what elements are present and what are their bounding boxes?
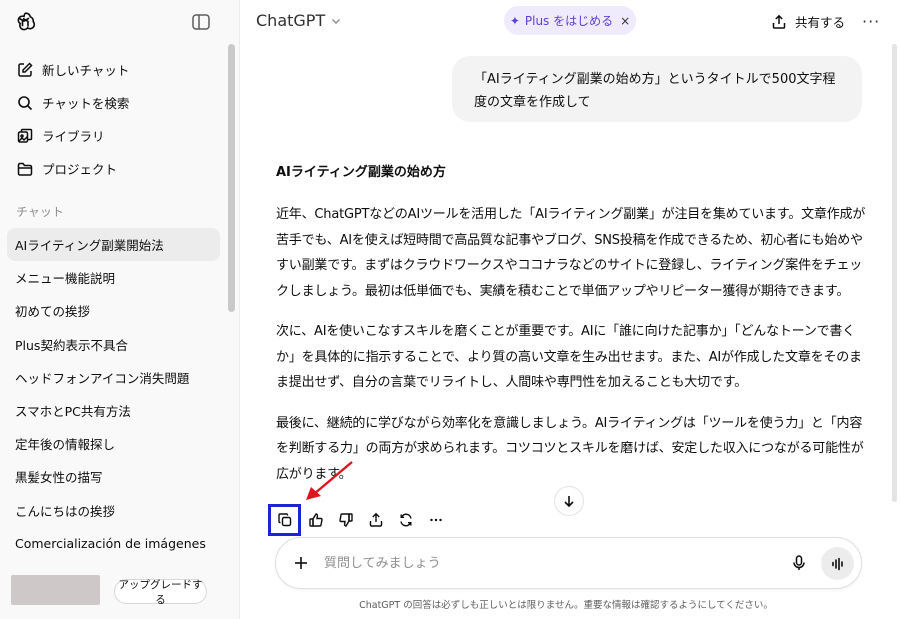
ellipsis-icon <box>430 518 442 522</box>
answer-paragraph: 次に、AIを使いこなすスキルを磨くことが重要です。AIに「誰に向けた記事か」「ど… <box>276 324 862 390</box>
answer-paragraph: 最後に、継続的に学びながら効率化を意識しましょう。AIライティングは「ツールを使… <box>276 415 864 482</box>
plus-upsell-label: Plus をはじめる <box>524 14 614 28</box>
projects-button[interactable]: プロジェクト <box>8 152 220 185</box>
chevron-down-icon <box>332 18 341 24</box>
chat-history-item[interactable]: Plus契約表示不具合 <box>7 328 220 361</box>
voice-mode-button[interactable] <box>821 547 854 580</box>
thumbs-down-icon <box>339 513 353 527</box>
chat-history-item[interactable]: 黒髪女性の描写 <box>7 460 220 493</box>
refresh-icon <box>400 513 412 527</box>
openai-logo-icon[interactable] <box>14 10 38 34</box>
search-chats-button[interactable]: チャットを検索 <box>8 86 220 119</box>
share-button[interactable]: 共有する <box>771 12 845 31</box>
response-actions <box>268 504 451 536</box>
share-response-button[interactable] <box>361 505 391 535</box>
conversation-scroll-thumb[interactable] <box>892 44 897 502</box>
sidebar-toggle-icon[interactable] <box>190 11 212 33</box>
model-selector[interactable]: ChatGPT <box>256 11 342 30</box>
sidebar: 新しいチャット チャットを検索 ライブラリ プロジェクト チャット AIライティ… <box>0 0 240 619</box>
prompt-input[interactable] <box>324 552 754 574</box>
model-name: ChatGPT <box>256 11 326 30</box>
chat-history-item[interactable]: スマホとPC共有方法 <box>7 394 220 427</box>
chat-history-list: AIライティング副業開始法 メニュー機能説明 初めての挨拶 Plus契約表示不具… <box>7 228 220 560</box>
microphone-icon[interactable] <box>789 553 809 573</box>
copy-button[interactable] <box>268 504 301 536</box>
user-message-bubble: 「AIライティング副業の始め方」というタイトルで500文字程度の文章を作成して <box>452 56 862 122</box>
new-chat-button[interactable]: 新しいチャット <box>8 53 220 86</box>
close-icon[interactable]: × <box>620 14 630 28</box>
new-chat-label: 新しいチャット <box>42 63 130 78</box>
top-bar: ChatGPT ✦ Plus をはじめる × 共有する ··· <box>241 0 900 44</box>
library-icon <box>17 128 33 143</box>
disclaimer-text: ChatGPT の回答は必ずしも正しいとは限りません。重要な情報は確認するように… <box>359 600 773 611</box>
chats-section-label: チャット <box>16 205 64 219</box>
chat-history-item[interactable]: 初めての挨拶 <box>7 294 220 327</box>
upload-icon <box>369 512 383 527</box>
projects-label: プロジェクト <box>42 162 118 177</box>
more-actions-button[interactable] <box>421 505 451 535</box>
search-chats-label: チャットを検索 <box>42 96 130 111</box>
library-button[interactable]: ライブラリ <box>8 119 220 152</box>
thumbs-up-icon <box>309 513 323 527</box>
plus-upsell-pill[interactable]: ✦ Plus をはじめる × <box>504 6 636 35</box>
chat-history-item[interactable]: 定年後の情報探し <box>7 427 220 460</box>
copy-icon <box>277 513 291 527</box>
regenerate-button[interactable] <box>391 505 421 535</box>
answer-title: AIライティング副業の始め方 <box>276 165 446 180</box>
sidebar-top <box>0 0 240 44</box>
thumbs-down-button[interactable] <box>331 505 361 535</box>
answer-paragraph: 近年、ChatGPTなどのAIツールを活用した「AIライティング副業」が注目を集… <box>276 207 866 299</box>
conversation-scrollbar[interactable] <box>892 44 897 502</box>
share-label: 共有する <box>795 15 846 30</box>
upgrade-button[interactable]: アップグレードする <box>114 579 207 606</box>
compose-icon <box>18 61 33 77</box>
sidebar-footer: アップグレードする <box>0 563 240 619</box>
plus-icon[interactable] <box>291 553 311 573</box>
arrow-down-icon <box>564 496 574 508</box>
thumbs-up-button[interactable] <box>301 505 331 535</box>
share-icon <box>772 14 786 29</box>
chat-history-item[interactable]: ヘッドフォンアイコン消失問題 <box>7 361 220 394</box>
user-account-redacted[interactable] <box>11 575 100 605</box>
more-options-icon[interactable]: ··· <box>862 12 880 31</box>
chat-history-item[interactable]: こんにちはの挨拶 <box>7 494 220 527</box>
chat-history-item[interactable]: AIライティング副業開始法 <box>7 228 220 262</box>
message-composer <box>275 537 862 589</box>
assistant-response: AIライティング副業の始め方 近年、ChatGPTなどのAIツールを活用した「A… <box>276 160 866 502</box>
sidebar-scrollbar[interactable] <box>228 44 235 312</box>
chat-history-item[interactable]: メニュー機能説明 <box>7 261 220 294</box>
chat-history-item[interactable]: Comercialización de imágenes <box>7 527 220 560</box>
annotation-arrow-icon <box>306 461 353 500</box>
library-label: ライブラリ <box>42 129 105 144</box>
folder-icon <box>17 162 33 176</box>
search-icon <box>18 95 33 110</box>
sparkle-icon: ✦ <box>509 13 520 28</box>
waveform-icon <box>831 557 843 570</box>
scroll-to-bottom-button[interactable] <box>554 486 584 516</box>
sidebar-nav: 新しいチャット チャットを検索 ライブラリ プロジェクト <box>8 53 220 185</box>
